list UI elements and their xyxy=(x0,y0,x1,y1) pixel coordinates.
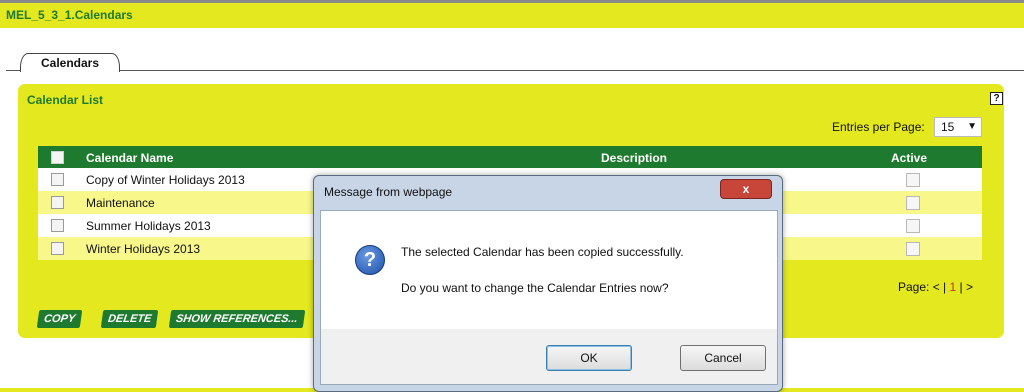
entries-per-page-value: 15 xyxy=(941,120,955,134)
select-all-checkbox[interactable] xyxy=(51,151,64,164)
ok-button[interactable]: OK xyxy=(546,345,632,371)
page-header: MEL_5_3_1.Calendars xyxy=(0,3,1024,28)
row-checkbox[interactable] xyxy=(51,196,64,209)
calendar-name[interactable]: Maintenance xyxy=(86,196,155,210)
active-checkbox[interactable] xyxy=(906,219,920,233)
tab-baseline xyxy=(6,70,1024,71)
active-checkbox[interactable] xyxy=(906,196,920,210)
pager-next[interactable]: > xyxy=(966,280,973,294)
close-icon[interactable]: x xyxy=(720,179,772,199)
cancel-button[interactable]: Cancel xyxy=(680,345,766,371)
pager-current-page[interactable]: 1 xyxy=(950,280,957,294)
column-header-description[interactable]: Description xyxy=(601,151,667,165)
pager-prefix[interactable]: Page: < xyxy=(898,280,940,294)
pager-separator: | xyxy=(943,280,947,294)
show-references-button[interactable]: SHOW REFERENCES... xyxy=(168,310,305,328)
active-checkbox[interactable] xyxy=(906,173,920,187)
row-checkbox[interactable] xyxy=(51,242,64,255)
dialog-message-1: The selected Calendar has been copied su… xyxy=(401,245,684,259)
active-checkbox[interactable] xyxy=(906,242,920,256)
column-header-name[interactable]: Calendar Name xyxy=(86,151,173,165)
dialog-message-2: Do you want to change the Calendar Entri… xyxy=(401,281,669,295)
dialog-title: Message from webpage xyxy=(324,185,453,199)
tab-calendars[interactable]: Calendars xyxy=(20,53,120,72)
dialog-footer: OK Cancel xyxy=(320,329,778,385)
entries-per-page-select[interactable]: 15 ▼ xyxy=(934,117,982,137)
entries-per-page-label: Entries per Page: xyxy=(832,120,925,134)
pager-separator: | xyxy=(959,280,963,294)
pagination: Page: < | 1 | > xyxy=(898,280,973,294)
calendar-name[interactable]: Copy of Winter Holidays 2013 xyxy=(86,173,245,187)
delete-button[interactable]: DELETE xyxy=(100,310,159,328)
column-header-active[interactable]: Active xyxy=(891,151,927,165)
calendar-name[interactable]: Winter Holidays 2013 xyxy=(86,242,200,256)
copy-button[interactable]: COPY xyxy=(36,310,83,328)
row-checkbox[interactable] xyxy=(51,219,64,232)
message-dialog: Message from webpage x ? The selected Ca… xyxy=(313,175,783,392)
row-checkbox[interactable] xyxy=(51,173,64,186)
page-title: MEL_5_3_1.Calendars xyxy=(6,8,133,22)
help-icon[interactable]: ? xyxy=(990,92,1003,105)
calendar-name[interactable]: Summer Holidays 2013 xyxy=(86,219,211,233)
dialog-body: ? The selected Calendar has been copied … xyxy=(320,210,778,330)
table-header: Calendar Name Description Active xyxy=(38,146,982,168)
chevron-down-icon: ▼ xyxy=(967,121,977,132)
question-icon: ? xyxy=(355,245,385,275)
panel-title: Calendar List xyxy=(27,93,104,107)
